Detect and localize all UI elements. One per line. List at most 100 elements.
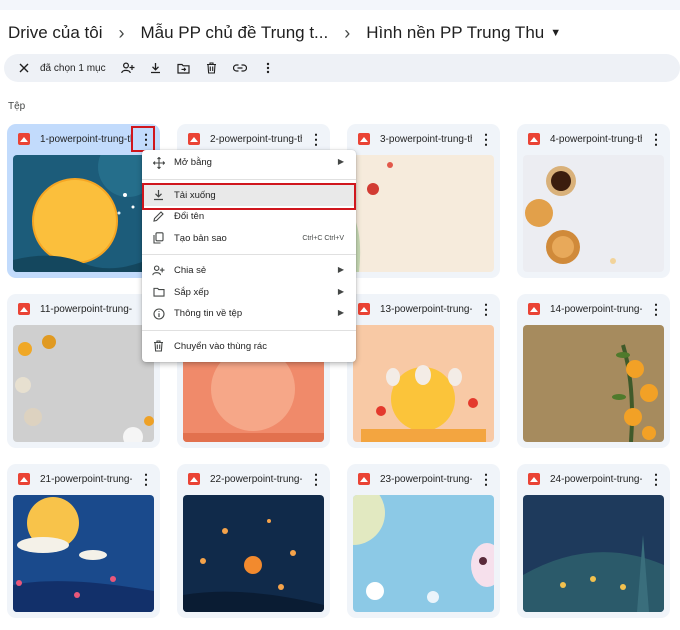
folder-icon <box>152 286 165 299</box>
menu-item-share[interactable]: Chia sẻ ▶ <box>142 260 356 282</box>
more-vert-icon[interactable]: ⋮ <box>477 130 495 148</box>
move-arrows-icon <box>152 156 165 169</box>
link-icon <box>232 64 247 72</box>
file-name: 22-powerpoint-trung-thu <box>210 473 302 485</box>
file-thumbnail <box>183 495 324 612</box>
more-vert-icon[interactable]: ⋮ <box>647 470 665 488</box>
image-file-icon <box>528 473 540 485</box>
submenu-arrow-icon: ▶ <box>337 265 344 274</box>
download-icon <box>151 63 161 74</box>
file-name: 4-powerpoint-trung-thu <box>550 133 642 145</box>
menu-item-shortcut: Ctrl+C Ctrl+V <box>302 234 344 242</box>
highlight-box-kebab <box>131 126 155 152</box>
menu-item-organize[interactable]: Sắp xếp ▶ <box>142 282 356 304</box>
trash-icon <box>152 340 165 353</box>
breadcrumb-current-label: Hình nền PP Trung Thu <box>366 23 545 42</box>
menu-item-label: Mở bằng <box>174 157 212 169</box>
file-thumbnail <box>353 325 494 442</box>
file-name: 11-powerpoint-trung-thu <box>40 303 132 315</box>
file-card[interactable]: 21-powerpoint-trung-thu ⋮ <box>7 464 160 618</box>
download-button[interactable] <box>142 54 170 82</box>
file-thumbnail <box>523 155 664 272</box>
submenu-arrow-icon: ▶ <box>337 308 344 317</box>
image-file-icon <box>358 303 370 315</box>
more-vert-icon[interactable]: ⋮ <box>647 130 665 148</box>
breadcrumb: Drive của tôi › Mẫu PP chủ đề Trung t...… <box>0 22 569 44</box>
file-card[interactable]: 13-powerpoint-trung-thu ⋮ <box>347 294 500 448</box>
file-card[interactable]: 3-powerpoint-trung-thu ⋮ <box>347 124 500 278</box>
person-add-icon <box>120 62 135 74</box>
highlight-box-download <box>142 183 356 210</box>
file-thumbnail <box>13 155 154 272</box>
more-vert-icon[interactable]: ⋮ <box>477 470 495 488</box>
more-vert-icon[interactable]: ⋮ <box>137 470 155 488</box>
menu-item-move-to-trash[interactable]: Chuyển vào thùng rác <box>142 336 356 358</box>
copy-link-button[interactable] <box>226 54 254 82</box>
image-file-icon <box>188 133 200 145</box>
file-thumbnail <box>13 325 154 442</box>
file-card[interactable]: 11-powerpoint-trung-thu ⋮ <box>7 294 160 448</box>
image-file-icon <box>358 473 370 485</box>
menu-item-label: Thông tin về tệp <box>174 308 243 320</box>
clear-selection-button[interactable] <box>10 54 38 82</box>
file-name: 21-powerpoint-trung-thu <box>40 473 132 485</box>
more-vert-icon[interactable]: ⋮ <box>307 470 325 488</box>
file-name: 2-powerpoint-trung-thu <box>210 133 302 145</box>
breadcrumb-root[interactable]: Drive của tôi <box>0 23 110 43</box>
person-add-icon <box>152 264 165 277</box>
image-file-icon <box>358 133 370 145</box>
menu-item-label: Chuyển vào thùng rác <box>174 340 267 352</box>
image-file-icon <box>18 133 30 145</box>
submenu-arrow-icon: ▶ <box>337 157 344 166</box>
delete-button[interactable] <box>198 54 226 82</box>
info-icon <box>152 307 165 320</box>
more-vert-icon[interactable]: ⋮ <box>307 130 325 148</box>
top-strip <box>0 0 680 10</box>
more-actions-button[interactable] <box>254 54 282 82</box>
file-card[interactable]: 14-powerpoint-trung-thu ⋮ <box>517 294 670 448</box>
file-card[interactable]: 24-powerpoint-trung-thu ⋮ <box>517 464 670 618</box>
trash-icon <box>207 62 217 74</box>
file-name: 1-powerpoint-trung-thu <box>40 133 132 145</box>
file-card[interactable]: 4-powerpoint-trung-thu ⋮ <box>517 124 670 278</box>
image-file-icon <box>188 473 200 485</box>
move-button[interactable] <box>170 54 198 82</box>
caret-down-icon: ▼ <box>550 27 562 39</box>
breadcrumb-current[interactable]: Hình nền PP Trung Thu ▼ <box>358 23 569 43</box>
image-file-icon <box>528 303 540 315</box>
breadcrumb-parent[interactable]: Mẫu PP chủ đề Trung t... <box>132 23 336 43</box>
menu-item-make-copy[interactable]: Tạo bản sao Ctrl+C Ctrl+V <box>142 228 356 250</box>
more-vert-icon[interactable]: ⋮ <box>647 300 665 318</box>
image-file-icon <box>528 133 540 145</box>
menu-divider <box>142 178 356 180</box>
image-file-icon <box>18 473 30 485</box>
menu-divider <box>142 254 356 255</box>
menu-item-label: Chia sẻ <box>174 265 207 277</box>
file-name: 3-powerpoint-trung-thu <box>380 133 472 145</box>
file-thumbnail <box>523 495 664 612</box>
context-menu: Mở bằng ▶ Tải xuống Đổi tên Tạo bản sao … <box>142 150 356 362</box>
close-icon <box>19 63 29 73</box>
file-name: 13-powerpoint-trung-thu <box>380 303 472 315</box>
file-thumbnail <box>353 495 494 612</box>
more-vert-icon <box>266 62 269 74</box>
section-label-files: Tệp <box>8 101 26 112</box>
file-card[interactable]: 23-powerpoint-trung-thu ⋮ <box>347 464 500 618</box>
chevron-right-icon: › <box>344 22 351 43</box>
copy-icon <box>152 232 165 245</box>
file-name: 23-powerpoint-trung-thu <box>380 473 472 485</box>
selection-toolbar: đã chọn 1 mục <box>4 54 680 82</box>
menu-item-label: Sắp xếp <box>174 286 209 298</box>
file-card[interactable]: 22-powerpoint-trung-thu ⋮ <box>177 464 330 618</box>
file-thumbnail <box>523 325 664 442</box>
menu-item-open-with[interactable]: Mở bằng ▶ <box>142 152 356 174</box>
file-name: 14-powerpoint-trung-thu <box>550 303 642 315</box>
selection-count: đã chọn 1 mục <box>40 62 106 74</box>
share-button[interactable] <box>114 54 142 82</box>
menu-item-file-info[interactable]: Thông tin về tệp ▶ <box>142 303 356 325</box>
file-name: 24-powerpoint-trung-thu <box>550 473 642 485</box>
more-vert-icon[interactable]: ⋮ <box>477 300 495 318</box>
folder-move-icon <box>177 63 190 74</box>
file-thumbnail <box>353 155 494 272</box>
submenu-arrow-icon: ▶ <box>337 286 344 296</box>
